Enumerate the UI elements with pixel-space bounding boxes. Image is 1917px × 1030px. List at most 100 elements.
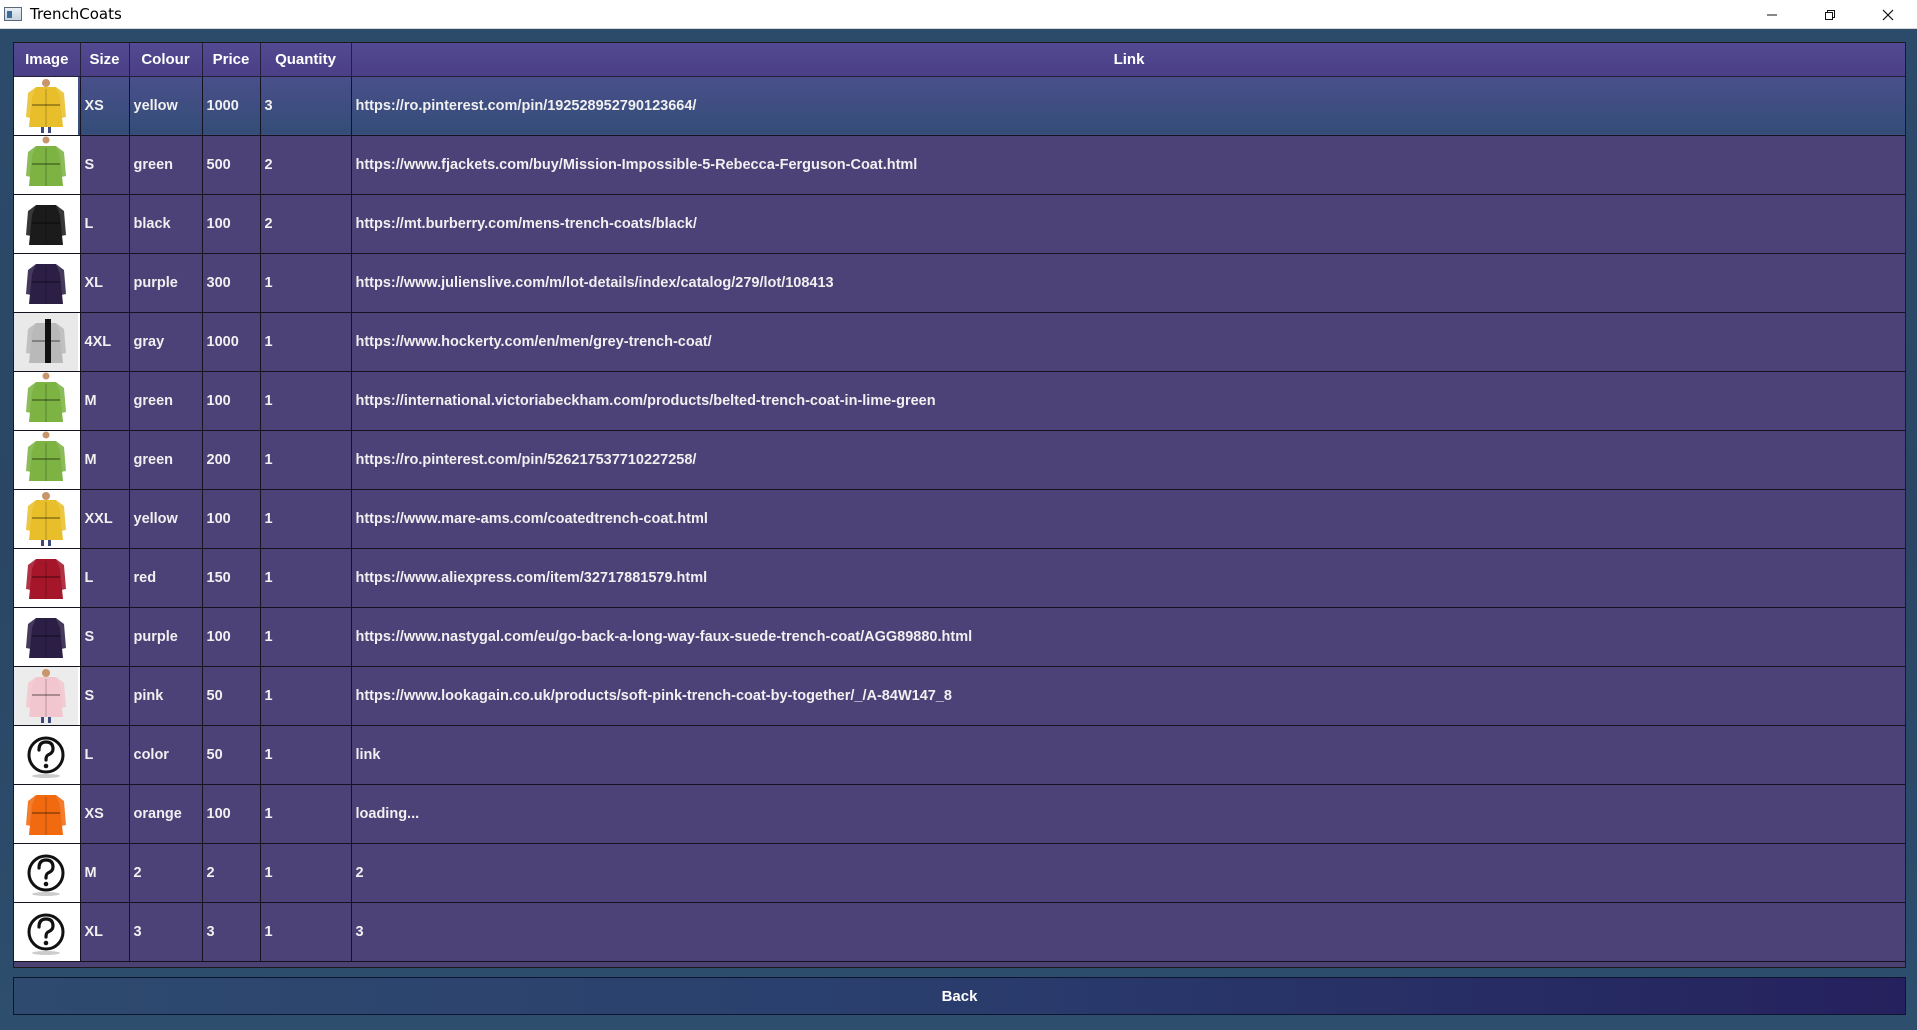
cell-quantity[interactable]: 1 — [260, 725, 352, 785]
cell-link[interactable]: 3 — [351, 902, 1905, 962]
cell-colour[interactable]: pink — [129, 666, 203, 726]
cell-price[interactable]: 1000 — [202, 76, 261, 136]
cell-quantity[interactable]: 1 — [260, 784, 352, 844]
cell-link[interactable]: https://www.aliexpress.com/item/32717881… — [351, 548, 1905, 608]
cell-price[interactable]: 150 — [202, 548, 261, 608]
table-row[interactable]: Mgreen 100 1 https://international.victoria… — [14, 371, 1905, 431]
cell-size[interactable]: L — [80, 725, 130, 785]
restore-button[interactable] — [1801, 0, 1859, 29]
cell-price[interactable]: 100 — [202, 194, 261, 254]
table-row[interactable]: XXL yellow 100 1 https://www.mare-ams.com/co… — [14, 489, 1905, 549]
cell-colour[interactable]: green — [129, 135, 203, 195]
cell-colour[interactable]: green — [129, 430, 203, 490]
cell-quantity[interactable]: 2 — [260, 194, 352, 254]
cell-quantity[interactable]: 1 — [260, 371, 352, 431]
cell-price[interactable]: 200 — [202, 430, 261, 490]
cell-quantity[interactable]: 1 — [260, 902, 352, 962]
header-price[interactable]: Price — [202, 43, 261, 77]
cell-quantity[interactable]: 1 — [260, 489, 352, 549]
cell-quantity[interactable]: 1 — [260, 312, 352, 372]
cell-quantity[interactable]: 3 — [260, 76, 352, 136]
cell-quantity[interactable]: 1 — [260, 607, 352, 667]
cell-price[interactable]: 2 — [202, 843, 261, 903]
cell-colour[interactable]: purple — [129, 607, 203, 667]
cell-image[interactable] — [14, 548, 81, 608]
back-button[interactable]: Back — [13, 977, 1906, 1015]
table-row[interactable]: XL purple 300 1 https://www.julienslive.com/… — [14, 253, 1905, 313]
header-image[interactable]: Image — [14, 43, 81, 77]
table-row[interactable]: M2212 — [14, 843, 1905, 903]
cell-price[interactable]: 100 — [202, 489, 261, 549]
cell-colour[interactable]: 2 — [129, 843, 203, 903]
cell-size[interactable]: M — [80, 430, 130, 490]
cell-image[interactable] — [14, 725, 81, 785]
cell-size[interactable]: S — [80, 135, 130, 195]
cell-size[interactable]: XS — [80, 784, 130, 844]
cell-link[interactable]: https://www.mare-ams.com/coatedtrench-co… — [351, 489, 1905, 549]
cell-link[interactable]: link — [351, 725, 1905, 785]
cell-link[interactable]: https://www.fjackets.com/buy/Mission-Imp… — [351, 135, 1905, 195]
cell-size[interactable]: M — [80, 843, 130, 903]
cell-size[interactable]: L — [80, 548, 130, 608]
table-row[interactable]: XS yellow 1000 3 https://ro.pinterest.com/pi… — [14, 76, 1905, 136]
cell-image[interactable] — [14, 135, 81, 195]
cell-size[interactable]: L — [80, 194, 130, 254]
cell-price[interactable]: 100 — [202, 371, 261, 431]
header-colour[interactable]: Colour — [129, 43, 203, 77]
close-button[interactable] — [1859, 0, 1917, 29]
cell-quantity[interactable]: 1 — [260, 253, 352, 313]
table-row[interactable]: Spurple 100 1 https://www.nastygal.com/eu/g… — [14, 607, 1905, 667]
cell-image[interactable] — [14, 843, 81, 903]
cell-price[interactable]: 50 — [202, 666, 261, 726]
cell-link[interactable]: https://international.victoriabeckham.co… — [351, 371, 1905, 431]
cell-colour[interactable]: 3 — [129, 902, 203, 962]
table-row[interactable]: 4XL gray 1000 1 https://www.hockerty.com/en/… — [14, 312, 1905, 372]
cell-quantity[interactable]: 1 — [260, 430, 352, 490]
table-row[interactable]: Mgreen 200 1 https://ro.pinterest.com/pin/5… — [14, 430, 1905, 490]
cell-size[interactable]: 4XL — [80, 312, 130, 372]
cell-price[interactable]: 50 — [202, 725, 261, 785]
cell-colour[interactable]: green — [129, 371, 203, 431]
cell-image[interactable] — [14, 253, 81, 313]
table-row[interactable]: XL 3 3 1 3 — [14, 902, 1905, 962]
cell-size[interactable]: S — [80, 666, 130, 726]
cell-image[interactable] — [14, 312, 81, 372]
table-row[interactable]: Spink 50 1 https://www.lookagain.co.uk/prod… — [14, 666, 1905, 726]
cell-colour[interactable]: gray — [129, 312, 203, 372]
table-row[interactable]: Lblack 100 2 https://mt.burberry.com/mens-t… — [14, 194, 1905, 254]
table-row[interactable]: XS orange 100 1 loading... — [14, 784, 1905, 844]
cell-size[interactable]: S — [80, 607, 130, 667]
cell-link[interactable]: https://ro.pinterest.com/pin/52621753771… — [351, 430, 1905, 490]
header-size[interactable]: Size — [80, 43, 130, 77]
cell-link[interactable]: https://www.julienslive.com/m/lot-detail… — [351, 253, 1905, 313]
cell-size[interactable]: XL — [80, 902, 130, 962]
cell-quantity[interactable]: 1 — [260, 548, 352, 608]
table-row[interactable]: Lcolor 50 1 link — [14, 725, 1905, 785]
cell-colour[interactable]: purple — [129, 253, 203, 313]
cell-colour[interactable]: black — [129, 194, 203, 254]
cell-quantity[interactable]: 1 — [260, 666, 352, 726]
cell-link[interactable]: https://www.lookagain.co.uk/products/sof… — [351, 666, 1905, 726]
cell-colour[interactable]: color — [129, 725, 203, 785]
cell-link[interactable]: 2 — [351, 843, 1905, 903]
cell-price[interactable]: 300 — [202, 253, 261, 313]
cell-image[interactable] — [14, 666, 81, 726]
cell-size[interactable]: M — [80, 371, 130, 431]
cell-image[interactable] — [14, 371, 81, 431]
cell-price[interactable]: 1000 — [202, 312, 261, 372]
cell-image[interactable] — [14, 489, 81, 549]
cell-size[interactable]: XS — [80, 76, 130, 136]
cell-image[interactable] — [14, 76, 81, 136]
cell-colour[interactable]: red — [129, 548, 203, 608]
coats-table-container[interactable]: Image Size Colour Price Quantity Link XS… — [13, 42, 1906, 968]
cell-size[interactable]: XXL — [80, 489, 130, 549]
minimize-button[interactable] — [1743, 0, 1801, 29]
cell-link[interactable]: loading... — [351, 784, 1905, 844]
table-row[interactable]: Lred 150 1 https://www.aliexpress.com/item/… — [14, 548, 1905, 608]
cell-quantity[interactable]: 1 — [260, 843, 352, 903]
cell-image[interactable] — [14, 430, 81, 490]
cell-image[interactable] — [14, 902, 81, 962]
cell-colour[interactable]: orange — [129, 784, 203, 844]
cell-size[interactable]: XL — [80, 253, 130, 313]
cell-image[interactable] — [14, 607, 81, 667]
